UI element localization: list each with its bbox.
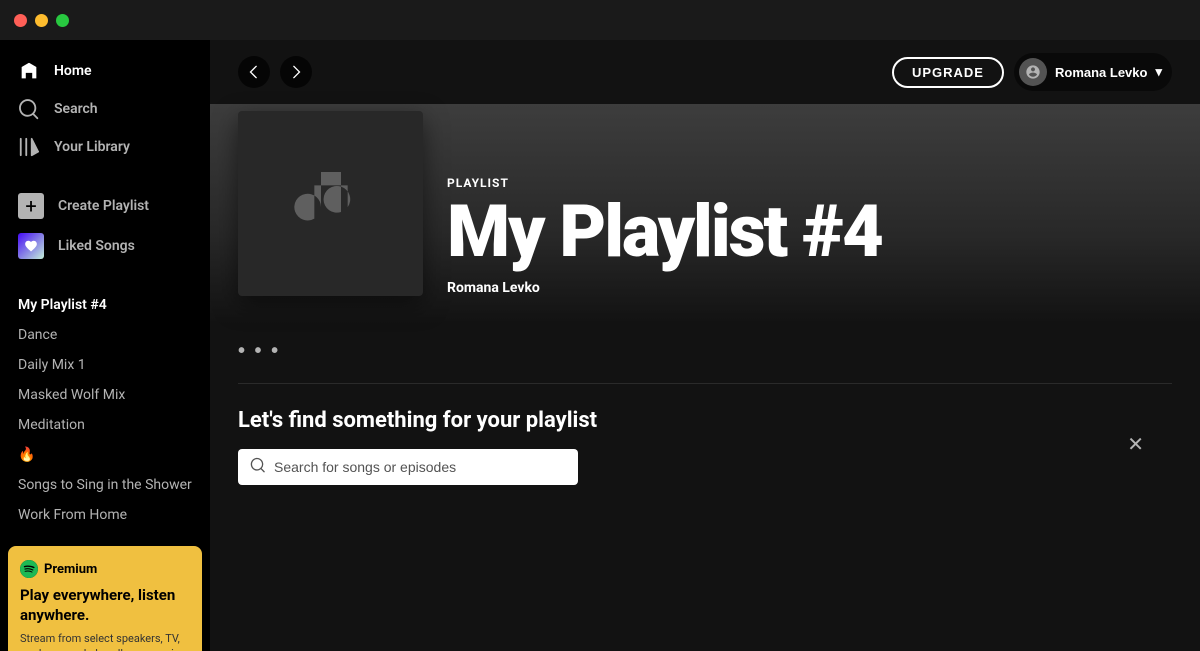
library-icon [18,136,40,158]
actions-row: • • • [238,340,1172,363]
titlebar [0,0,1200,40]
chevron-down-icon: ▾ [1155,64,1162,80]
user-name: Romana Levko [1055,65,1147,80]
search-icon [18,98,40,120]
sidebar-actions: + Create Playlist Liked Songs [0,182,210,270]
playlist-type-label: PLAYLIST [447,176,882,190]
traffic-lights [14,14,69,27]
playlist-list: My Playlist #4 Dance Daily Mix 1 Masked … [0,286,210,538]
main-content: UPGRADE Romana Levko ▾ [210,40,1200,651]
create-playlist-item[interactable]: + Create Playlist [8,186,202,226]
find-section: Let's find something for your playlist [238,408,1172,485]
nav-buttons [238,56,312,88]
content-area: • • • Let's find something for your play… [210,324,1200,651]
premium-title: Play everywhere, listen anywhere. [20,586,190,625]
fullscreen-button[interactable] [56,14,69,27]
create-playlist-label: Create Playlist [58,198,149,214]
sidebar-item-search-label: Search [54,101,98,117]
user-avatar [1019,58,1047,86]
liked-songs-item[interactable]: Liked Songs [8,226,202,266]
user-menu-button[interactable]: Romana Levko ▾ [1014,53,1172,91]
premium-description: Stream from select speakers, TV, or phon… [20,631,190,651]
playlist-item-masked-wolf-mix[interactable]: Masked Wolf Mix [8,380,202,410]
upgrade-button[interactable]: UPGRADE [892,57,1004,88]
close-button[interactable] [14,14,27,27]
playlist-title: My Playlist #4 [447,196,882,268]
sidebar-item-home-label: Home [54,63,92,79]
playlist-owner: Romana Levko [447,280,882,296]
sidebar: Home Search Your Library + Create Playli… [0,40,210,651]
song-search-input[interactable] [238,449,578,485]
forward-button[interactable] [280,56,312,88]
playlist-item-my-playlist-4[interactable]: My Playlist #4 [8,290,202,320]
sidebar-item-library-label: Your Library [54,139,130,155]
hero-section: PLAYLIST My Playlist #4 Romana Levko [210,104,1200,324]
minimize-button[interactable] [35,14,48,27]
search-box-icon [250,457,266,477]
sidebar-item-search[interactable]: Search [8,90,202,128]
find-heading: Let's find something for your playlist [238,408,1172,433]
spotify-logo-icon [20,560,38,578]
playlist-item-meditation[interactable]: Meditation [8,410,202,440]
premium-header: Premium [20,560,190,578]
hero-info: PLAYLIST My Playlist #4 Romana Levko [447,176,882,296]
playlist-item-daily-mix-1[interactable]: Daily Mix 1 [8,350,202,380]
sidebar-item-home[interactable]: Home [8,52,202,90]
playlist-item-work-from-home[interactable]: Work From Home [8,500,202,530]
heart-icon [18,233,44,259]
close-find-button[interactable]: ✕ [1127,432,1144,457]
music-note-icon [291,162,371,246]
playlist-item-dance[interactable]: Dance [8,320,202,350]
premium-banner[interactable]: Premium Play everywhere, listen anywhere… [8,546,202,651]
section-divider [238,383,1172,384]
premium-label: Premium [44,562,97,577]
back-button[interactable] [238,56,270,88]
more-options-button[interactable]: • • • [238,340,280,363]
playlist-item-songs-to-sing[interactable]: Songs to Sing in the Shower [8,470,202,500]
song-search-box [238,449,578,485]
find-section-wrapper: Let's find something for your playlist ✕ [238,408,1172,485]
sidebar-nav: Home Search Your Library [0,40,210,166]
playlist-item-fire[interactable]: 🔥 [8,440,202,470]
playlist-cover [238,111,423,296]
plus-icon: + [18,193,44,219]
top-bar-right: UPGRADE Romana Levko ▾ [892,53,1172,91]
liked-songs-label: Liked Songs [58,238,135,254]
sidebar-item-library[interactable]: Your Library [8,128,202,166]
home-icon [18,60,40,82]
top-bar: UPGRADE Romana Levko ▾ [210,40,1200,104]
